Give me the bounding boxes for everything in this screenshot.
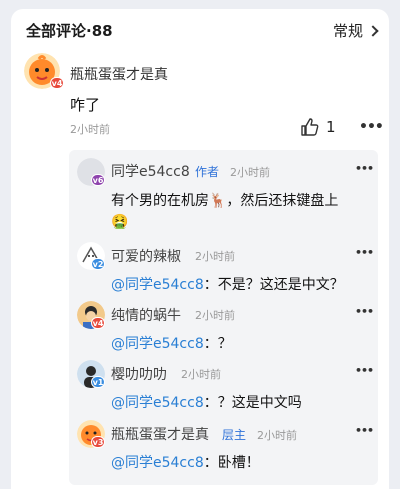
more-options-icon[interactable]: ••• [355,162,374,175]
sort-selector[interactable]: 常规 [332,20,379,41]
like-button[interactable]: 1 [300,117,336,137]
comment-text: 咋了 [70,96,101,114]
comments-title: 全部评论·88 [26,22,113,40]
floor-owner-tag: 层主 [222,428,247,442]
more-options-icon[interactable]: ••• [359,119,384,135]
level-badge: v3 [91,436,105,448]
sort-label: 常规 [332,22,363,40]
chevron-right-icon [367,24,379,37]
reply-body: ：？这是中文吗 [203,395,302,411]
reply-author[interactable]: 可爱的辣椒 [111,246,181,266]
reply-time: 2小时前 [181,368,221,381]
level-badge: v2 [91,258,105,270]
level-badge: v4 [91,317,105,329]
comments-panel: 全部评论·88 常规 v4 瓶瓶蛋蛋才是真 咋了 2小时前 1 ••• v6 同… [11,9,389,489]
level-badge: v4 [50,77,64,89]
like-count: 1 [326,118,336,136]
reply-author[interactable]: 瓶瓶蛋蛋才是真 [111,424,209,444]
reply-text: @同学e54cc8：不是？这还是中文？ [111,274,344,294]
more-options-icon[interactable]: ••• [355,305,374,318]
level-badge: v6 [91,174,105,186]
reply-time: 2小时前 [195,309,235,322]
thumbs-up-icon [301,118,319,136]
reply-text: @同学e54cc8：卧槽！ [111,452,260,472]
reply-time: 2小时前 [195,250,235,263]
comments-header: 全部评论·88 常规 [24,18,379,42]
mention-link[interactable]: @同学e54cc8 [111,277,204,293]
mention-link[interactable]: @同学e54cc8 [111,455,204,471]
more-options-icon[interactable]: ••• [355,246,374,259]
mention-link[interactable]: @同学e54cc8 [111,336,204,352]
reply-text: @同学e54cc8：？ [111,333,232,353]
author-tag: 作者 [195,165,220,179]
reply-time: 2小时前 [230,166,270,179]
comment-author[interactable]: 瓶瓶蛋蛋才是真 [70,64,168,84]
reply-author[interactable]: 同学e54cc8 [111,161,190,181]
mention-link[interactable]: @同学e54cc8 [111,395,204,411]
reply-body: ：？ [203,336,232,352]
comment-time: 2小时前 [70,123,110,136]
reply-author[interactable]: 纯情的蜗牛 [111,305,181,325]
more-options-icon[interactable]: ••• [355,364,374,377]
reply-body: ：卧槽！ [203,455,260,471]
reply-body: ：不是？这还是中文？ [203,277,344,293]
more-options-icon[interactable]: ••• [355,424,374,437]
level-badge: v1 [91,376,105,388]
reply-thread: v6 同学e54cc8 作者 2小时前 ••• 有个男的在机房🦌，然后还抹键盘上… [69,150,378,485]
reply-text: 有个男的在机房🦌，然后还抹键盘上 [111,193,339,209]
reply-text: @同学e54cc8：？这是中文吗 [111,392,302,412]
reply-emoji: 🤮 [111,214,129,230]
reply-author[interactable]: 樱叻叻叻 [111,364,167,384]
reply-time: 2小时前 [257,429,297,442]
